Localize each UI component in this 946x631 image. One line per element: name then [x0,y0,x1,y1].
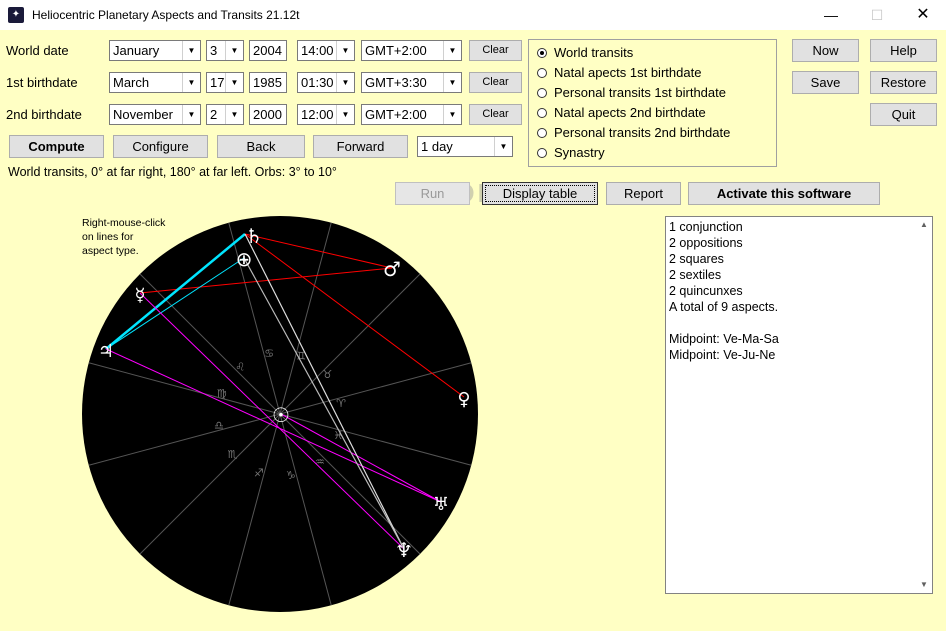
sun-icon[interactable]: ☉ [272,403,290,427]
zodiac-sign-icon: ♋ [264,347,274,360]
zodiac-sign-icon: ♈ [336,397,346,410]
scroll-down-icon[interactable]: ▼ [917,578,931,592]
result-line: 2 oppositions [669,236,743,250]
saturn-icon[interactable]: ♄ [245,224,263,248]
zodiac-sign-icon: ♌ [235,361,245,374]
earth-icon[interactable]: ⊕ [236,247,253,271]
scroll-up-icon[interactable]: ▲ [917,218,931,232]
zodiac-sign-icon: ♉ [323,368,333,381]
zodiac-sign-icon: ♑ [286,469,296,482]
mars-icon[interactable]: ♂ [383,257,401,281]
result-line: 2 quincunxes [669,284,743,298]
result-line: Midpoint: Ve-Ju-Ne [669,348,776,362]
venus-icon[interactable]: ♀ [457,389,470,410]
uranus-icon[interactable]: ♅ [433,494,449,515]
result-line: A total of 9 aspects. [669,300,779,314]
result-line: Midpoint: Ve-Ma-Sa [669,332,779,346]
zodiac-sign-icon: ♏ [228,448,238,461]
jupiter-icon[interactable]: ♃ [98,341,114,362]
result-line: 2 sextiles [669,268,722,282]
zodiac-sign-icon: ♎ [214,419,224,432]
mercury-icon[interactable]: ☿ [134,285,145,306]
zodiac-sign-icon: ♐ [254,466,264,479]
result-line: 1 conjunction [669,220,743,234]
zodiac-sign-icon: ♒ [315,455,325,468]
neptune-icon[interactable]: ♆ [395,538,413,562]
result-line: 2 squares [669,252,724,266]
zodiac-sign-icon: ♍ [217,387,227,400]
results-textbox[interactable]: 1 conjunction 2 oppositions 2 squares 2 … [665,216,933,594]
